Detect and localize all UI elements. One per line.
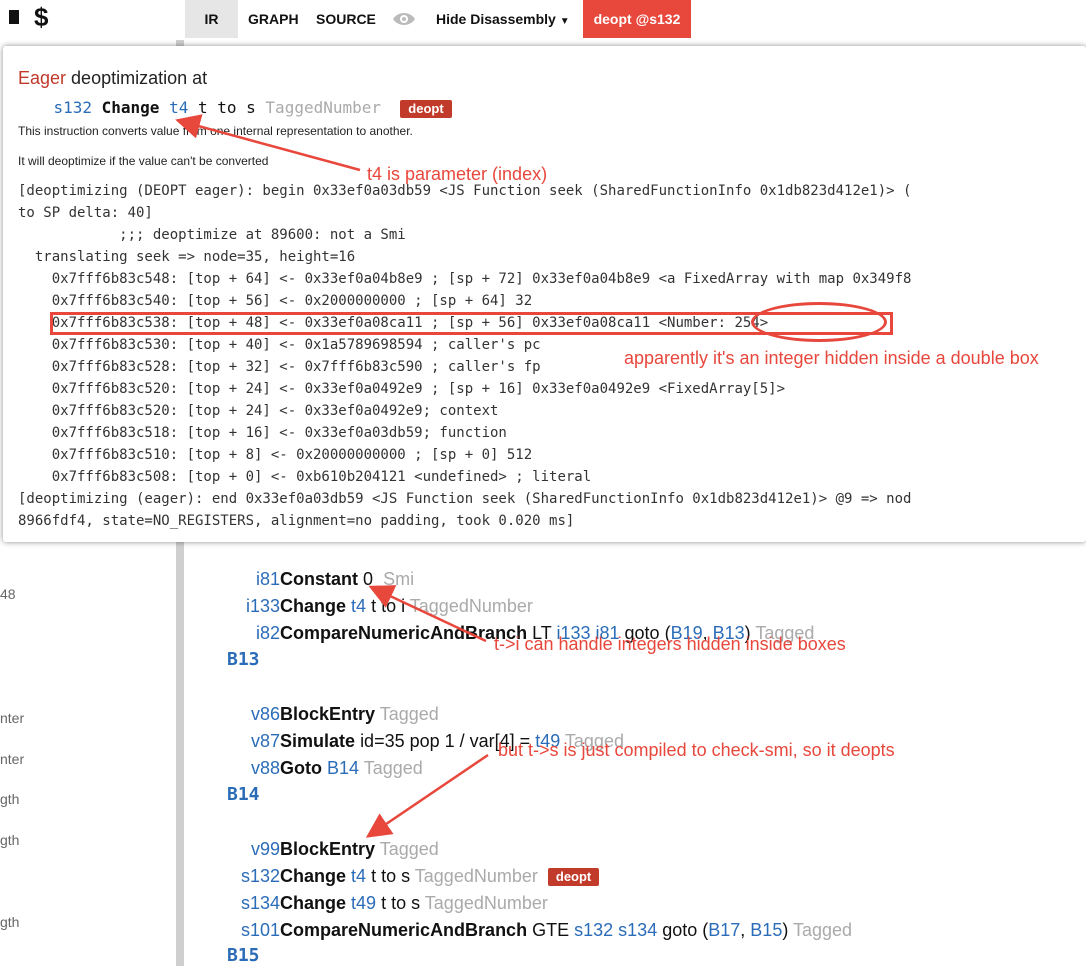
ir-op: Goto (280, 758, 323, 778)
caret-down-icon: ▼ (559, 16, 570, 27)
log-line: 0x7fff6b83c510: [top + 8] <- 0x200000000… (18, 447, 533, 463)
log-line: 8966fdf4, state=NO_REGISTERS, alignment=… (18, 513, 575, 529)
deopt-badge[interactable]: deopt (547, 868, 600, 887)
ir-op: CompareNumericAndBranch (280, 623, 528, 643)
tab-ir[interactable]: IR (185, 0, 238, 38)
ir-line[interactable]: s101CompareNumericAndBranch GTE s132 s13… (186, 890, 852, 940)
log-line: 0x7fff6b83c518: [top + 16] <- 0x33ef0a03… (18, 425, 507, 441)
ir-ref-b17[interactable]: B17 (708, 920, 740, 940)
block-label[interactable]: B14 (227, 784, 260, 805)
annotation-text: but t->s is just compiled to check-smi, … (498, 740, 895, 760)
sidebar-fragment: nter (0, 710, 25, 726)
block-label[interactable]: B15 (227, 945, 260, 966)
ir-op: CompareNumericAndBranch (280, 920, 528, 940)
ir-ref-b15[interactable]: B15 (750, 920, 782, 940)
log-line: translating seek => node=35, height=16 (18, 249, 356, 265)
annotation-text: t->i can handle integers hidden inside b… (494, 634, 846, 654)
ir-type: TaggedNumber (265, 98, 382, 117)
sidebar-fragment: 48 (0, 586, 16, 602)
popup-title-eager: Eager (18, 68, 67, 88)
tab-source[interactable]: SOURCE (306, 0, 386, 38)
partial-logo-mark (6, 2, 22, 39)
sidebar-fragment: gth (0, 791, 20, 807)
annotation-text: t4 is parameter (index) (367, 164, 548, 184)
annotation-ellipse (751, 302, 887, 342)
ir-ref-s134[interactable]: s134 (618, 920, 657, 940)
popup-description: This instruction converts value from one… (18, 124, 413, 138)
log-line: 0x7fff6b83c520: [top + 24] <- 0x33ef0a04… (18, 403, 499, 419)
popup-description: It will deoptimize if the value can't be… (18, 154, 269, 168)
hide-disassembly-dropdown[interactable]: Hide Disassembly ▼ (426, 0, 580, 38)
deopt-button[interactable]: deopt @s132 (583, 0, 691, 38)
log-line: to SP delta: 40] (18, 205, 153, 221)
tab-graph[interactable]: GRAPH (238, 0, 309, 38)
dollar-icon[interactable]: $ (34, 2, 48, 33)
ir-line[interactable]: i81Constant 0 Smi (186, 539, 414, 589)
ir-ref[interactable]: B14 (327, 758, 359, 778)
log-line: 0x7fff6b83c548: [top + 64] <- 0x33ef0a04… (18, 271, 912, 287)
ir-type: Tagged (793, 920, 853, 940)
toolbar: $ IR GRAPH SOURCE Hide Disassembly ▼ deo… (0, 0, 1086, 40)
ir-id[interactable]: i82 (206, 620, 280, 647)
eye-icon[interactable] (384, 0, 424, 38)
ir-line[interactable]: i133Change t4 t to i TaggedNumber (186, 566, 533, 616)
sidebar-fragment: gth (0, 914, 20, 930)
ir-line[interactable]: s134Change t49 t to s TaggedNumber (186, 863, 548, 913)
deopt-popup: Eager deoptimization at s132 Change t4 t… (3, 46, 1086, 542)
sidebar-fragment: nter (0, 751, 25, 767)
hide-disassembly-label: Hide Disassembly (436, 11, 556, 27)
block-label[interactable]: B13 (227, 649, 260, 670)
ir-line[interactable]: v99BlockEntry Tagged (186, 809, 439, 859)
log-line: 0x7fff6b83c508: [top + 0] <- 0xb610b2041… (18, 469, 592, 485)
ir-line[interactable]: v88Goto B14 Tagged (186, 728, 423, 778)
ir-line[interactable]: i82CompareNumericAndBranch LT i133 i81 g… (186, 593, 814, 643)
ir-id[interactable]: s132 (18, 98, 92, 117)
popup-title-rest: deoptimization at (66, 68, 208, 88)
log-line: 0x7fff6b83c520: [top + 24] <- 0x33ef0a04… (18, 381, 786, 397)
sidebar-fragment: gth (0, 832, 20, 848)
annotation-text: apparently it's an integer hidden inside… (624, 348, 1039, 368)
popup-instruction: s132 Change t4 t to s TaggedNumber deopt (18, 98, 452, 118)
ir-id[interactable]: s101 (206, 917, 280, 944)
ir-line[interactable]: v87Simulate id=35 pop 1 / var[4] = t49 T… (186, 701, 624, 751)
ir-ref-s132[interactable]: s132 (574, 920, 613, 940)
log-line: ;;; deoptimize at 89600: not a Smi (18, 227, 406, 243)
ir-args: GTE s132 s134 goto (B17, B15) (532, 920, 789, 940)
popup-title: Eager deoptimization at (18, 68, 207, 89)
ir-op: Change (101, 98, 160, 117)
ir-id[interactable]: v88 (206, 755, 280, 782)
ir-line[interactable]: v86BlockEntry Tagged (186, 674, 439, 724)
log-line: [deoptimizing (eager): end 0x33ef0a03db5… (18, 491, 912, 507)
ir-args: t to s (197, 98, 256, 117)
ir-line[interactable]: s132Change t4 t to s TaggedNumber deopt (186, 836, 600, 887)
ir-ref[interactable]: t4 (169, 98, 188, 117)
ir-type: Tagged (363, 758, 423, 778)
deopt-badge: deopt (400, 99, 452, 118)
